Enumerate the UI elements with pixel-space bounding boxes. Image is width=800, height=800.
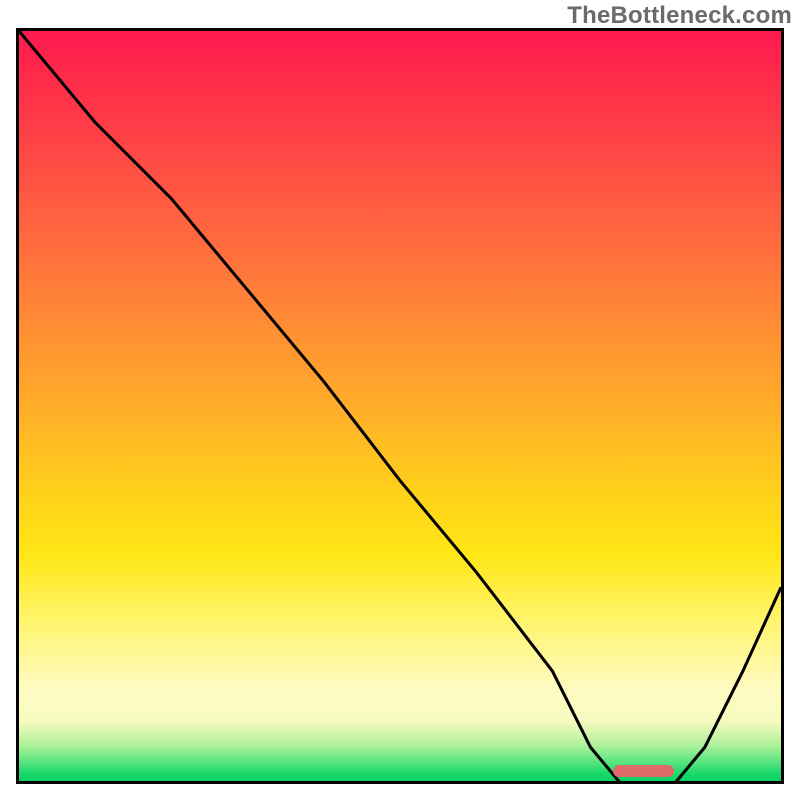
watermark-text: TheBottleneck.com xyxy=(567,2,792,30)
optimal-range-marker xyxy=(613,765,674,777)
chart-plot-area xyxy=(16,28,784,784)
chart-line-svg xyxy=(19,31,781,784)
bottleneck-curve-path xyxy=(19,31,781,784)
